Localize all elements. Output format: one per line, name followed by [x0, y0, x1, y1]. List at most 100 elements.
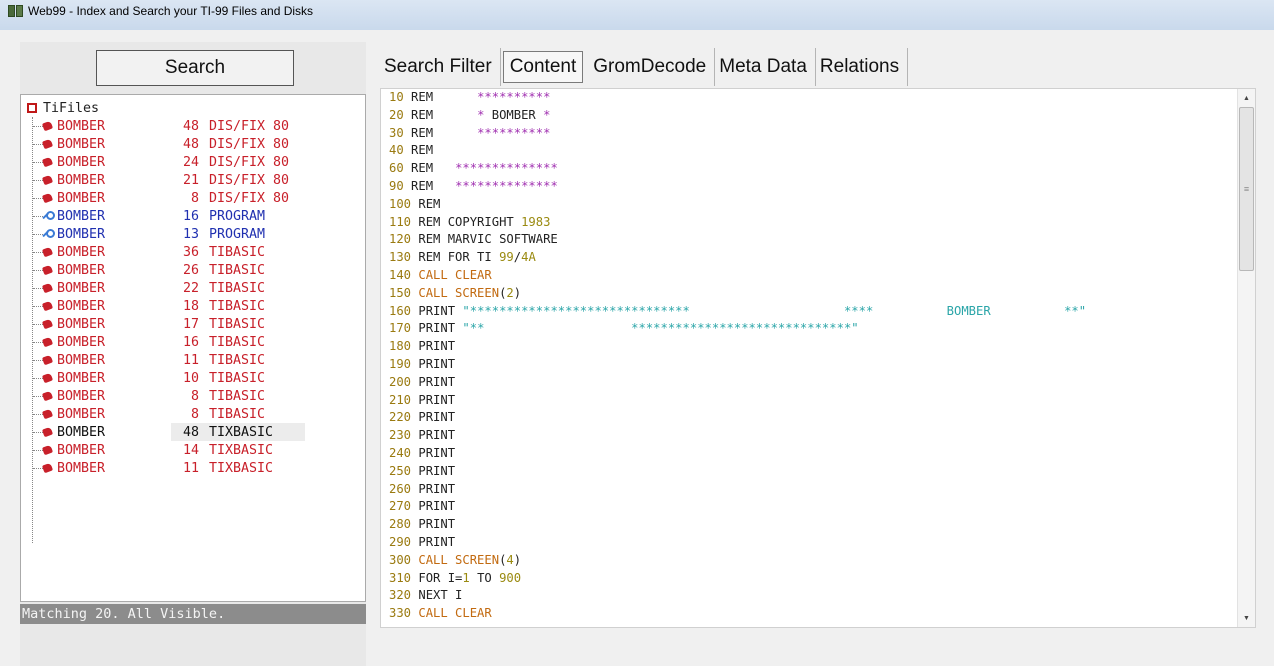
code-line: 110 REM COPYRIGHT 1983 [389, 214, 1235, 232]
tree-file-item[interactable]: BOMBER 8 DIS/FIX 80 [21, 189, 361, 207]
tab-gromdecode[interactable]: GromDecode [589, 48, 716, 86]
line-number: 150 [389, 285, 412, 300]
data-file-icon [41, 246, 54, 258]
code-token: REM [411, 196, 441, 211]
tree-file-item[interactable]: BOMBER 22 TIBASIC [21, 279, 361, 297]
file-type: TIBASIC [209, 262, 266, 278]
code-token: PRINT [411, 517, 456, 532]
data-file-icon [41, 264, 54, 276]
tree-file-item[interactable]: BOMBER 48 DIS/FIX 80 [21, 117, 361, 135]
code-token: REM [403, 125, 478, 140]
tree-branch-line [33, 360, 43, 361]
tree-file-item[interactable]: BOMBER 17 TIBASIC [21, 315, 361, 333]
tree-file-item[interactable]: BOMBER 21 DIS/FIX 80 [21, 171, 361, 189]
data-file-icon [41, 156, 54, 168]
code-token: PRINT [411, 392, 456, 407]
code-token: ************** [455, 161, 558, 176]
scroll-down-icon[interactable]: ▼ [1238, 609, 1255, 627]
tab-meta-data[interactable]: Meta Data [715, 48, 816, 86]
file-tree[interactable]: TiFiles BOMBER 48 DIS/FIX 80 BOMBER 48 DIS/FI… [20, 94, 366, 602]
tree-file-item[interactable]: BOMBER 16 PROGRAM [21, 207, 361, 225]
code-token: REM [403, 107, 478, 122]
tab-relations[interactable]: Relations [816, 48, 909, 86]
content-panel[interactable]: 10 REM ********** 20 REM * BOMBER * 30 REM… [380, 88, 1256, 628]
code-line: 150 CALL SCREEN(2) [389, 285, 1235, 303]
file-type: TIXBASIC [209, 460, 274, 476]
code-token: PRINT [411, 499, 456, 514]
file-name: BOMBER [57, 460, 106, 476]
code-token: ********** [477, 90, 551, 104]
code-token: PRINT [411, 410, 456, 425]
line-number: 320 [389, 588, 412, 603]
tree-file-item[interactable]: BOMBER 36 TIBASIC [21, 243, 361, 261]
file-size: 48 [182, 118, 199, 134]
tree-branch-line [33, 270, 43, 271]
line-number: 90 [389, 178, 404, 193]
tab-search-filter[interactable]: Search Filter [380, 48, 501, 86]
code-line: 180 PRINT [389, 338, 1235, 356]
tree-file-item[interactable]: BOMBER 11 TIBASIC [21, 351, 361, 369]
left-panel: Search TiFiles BOMBER 48 DIS/FIX 80 BOMBER 4… [20, 42, 366, 666]
code-token: CALL SCREEN [411, 552, 500, 567]
file-name: BOMBER [57, 280, 106, 296]
tree-file-item[interactable]: BOMBER 24 DIS/FIX 80 [21, 153, 361, 171]
line-number: 10 [389, 90, 404, 104]
tree-file-item[interactable]: BOMBER 48 DIS/FIX 80 [21, 135, 361, 153]
code-token: 99 [499, 250, 514, 265]
scroll-thumb[interactable]: ≡ [1239, 107, 1254, 271]
tree-file-item[interactable]: BOMBER 8 TIBASIC [21, 387, 361, 405]
tab-content[interactable]: Content [502, 51, 584, 83]
scroll-up-icon[interactable]: ▲ [1238, 89, 1255, 107]
code-line: 210 PRINT [389, 392, 1235, 410]
code-token: PRINT [411, 534, 456, 549]
tree-branch-line [33, 252, 43, 253]
line-number: 20 [389, 107, 404, 122]
data-file-icon [41, 390, 54, 402]
file-name: BOMBER [57, 226, 106, 242]
line-number: 30 [389, 125, 404, 140]
code-listing[interactable]: 10 REM ********** 20 REM * BOMBER * 30 REM… [389, 89, 1235, 623]
file-size: 16 [182, 208, 199, 224]
code-line: 90 REM ************** [389, 178, 1235, 196]
code-token: PRINT [411, 428, 456, 443]
code-line: 200 PRINT [389, 374, 1235, 392]
code-token: 1983 [521, 214, 551, 229]
file-size: 8 [190, 388, 199, 404]
tree-file-item[interactable]: BOMBER 18 TIBASIC [21, 297, 361, 315]
code-token: REM [403, 143, 434, 158]
line-number: 100 [389, 196, 412, 211]
code-token: PRINT [411, 374, 456, 389]
tree-file-item[interactable]: BOMBER 48 TIXBASIC [21, 423, 361, 441]
tree-file-item[interactable]: BOMBER 11 TIXBASIC [21, 459, 361, 477]
file-type: TIBASIC [209, 352, 266, 368]
search-button[interactable]: Search [96, 50, 294, 86]
tree-file-item[interactable]: BOMBER 26 TIBASIC [21, 261, 361, 279]
data-file-icon [41, 174, 54, 186]
code-token: REM [403, 178, 456, 193]
tree-branch-line [33, 126, 43, 127]
tree-file-item[interactable]: BOMBER 10 TIBASIC [21, 369, 361, 387]
code-token: * [543, 107, 551, 122]
tree-branch-line [33, 324, 43, 325]
tree-branch-line [33, 396, 43, 397]
title-bar: Web99 - Index and Search your TI-99 File… [0, 0, 1274, 30]
tree-file-item[interactable]: BOMBER 13 PROGRAM [21, 225, 361, 243]
tree-file-item[interactable]: BOMBER 16 TIBASIC [21, 333, 361, 351]
code-token: NEXT I [411, 588, 463, 603]
file-name: BOMBER [57, 136, 106, 152]
data-file-icon [41, 336, 54, 348]
file-size: 16 [182, 334, 199, 350]
line-number: 280 [389, 517, 412, 532]
line-number: 120 [389, 232, 412, 247]
code-token: ********** [477, 125, 551, 140]
file-name: BOMBER [57, 424, 106, 440]
file-type: TIBASIC [209, 370, 266, 386]
tree-root[interactable]: TiFiles [27, 99, 99, 117]
line-number: 250 [389, 463, 412, 478]
file-size: 36 [182, 244, 199, 260]
vertical-scrollbar[interactable]: ▲ ≡ ▼ [1237, 89, 1255, 627]
data-file-icon [41, 192, 54, 204]
tree-file-item[interactable]: BOMBER 8 TIBASIC [21, 405, 361, 423]
file-type: DIS/FIX 80 [209, 118, 290, 134]
tree-file-item[interactable]: BOMBER 14 TIXBASIC [21, 441, 361, 459]
